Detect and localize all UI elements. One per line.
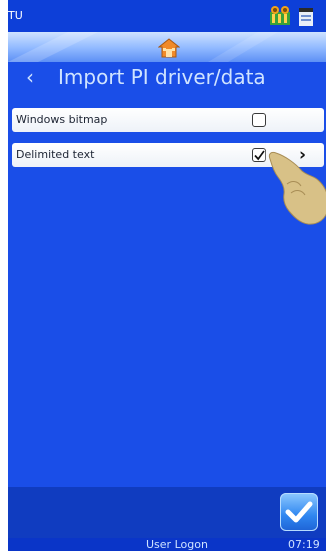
user-logon-label[interactable]: User Logon [146,538,208,551]
footer-bar [8,487,326,538]
checkbox-windows-bitmap[interactable] [252,113,266,127]
pointing-hand-icon [263,147,326,225]
status-bar: TU [8,0,326,32]
status-icons [270,5,320,27]
title-bar: ‹ Import PI driver/data [8,62,326,92]
back-button[interactable]: ‹ [26,62,34,92]
home-icon[interactable] [158,38,180,58]
home-bar [8,32,326,62]
confirm-button[interactable] [280,493,318,531]
ribbon-supply-icon [270,6,313,26]
option-label: Delimited text [16,148,95,161]
app-screen: TU ‹ Import PI driver/data Windows bitma… [8,0,326,551]
option-label: Windows bitmap [16,113,108,126]
option-row-windows-bitmap[interactable]: Windows bitmap [12,108,324,132]
bottom-status-bar: User Logon 07:19 [8,538,326,551]
clock: 07:19 [288,538,320,551]
checkmark-icon [285,501,313,523]
page-title: Import PI driver/data [58,65,266,89]
status-label: TU [8,9,23,22]
